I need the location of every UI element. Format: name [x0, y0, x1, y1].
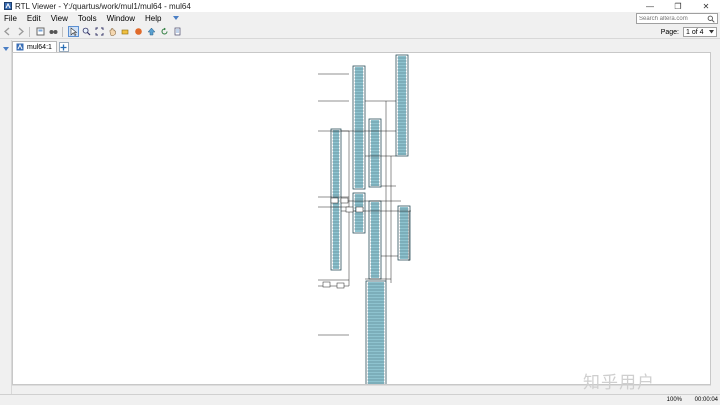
schematic-drawing — [318, 54, 411, 384]
hand-icon[interactable] — [107, 26, 118, 37]
logic-gate — [330, 197, 339, 204]
up-hierarchy-icon[interactable] — [146, 26, 157, 37]
left-dock-strip — [0, 40, 12, 395]
toolbar — [0, 25, 720, 39]
restore-button[interactable]: ❐ — [664, 0, 692, 12]
refresh-icon[interactable] — [159, 26, 170, 37]
plus-icon — [60, 44, 67, 50]
title-bar: RTL Viewer - Y:/quartus/work/mul1/mul64 … — [0, 0, 720, 12]
netlist-nav-icon[interactable] — [133, 26, 144, 37]
logic-gate — [322, 281, 331, 288]
logic-gate — [355, 206, 364, 213]
add-tab-button[interactable] — [58, 42, 69, 52]
minimize-button[interactable]: — — [636, 0, 664, 12]
multiplier-block-fill — [355, 67, 363, 188]
window-title: RTL Viewer - Y:/quartus/work/mul1/mul64 … — [15, 1, 191, 11]
page-select-value: 1 of 4 — [686, 28, 704, 36]
menu-view[interactable]: View — [46, 14, 73, 23]
watermark: 知乎用户 — [583, 373, 655, 392]
page-select[interactable]: 1 of 4 — [683, 27, 717, 37]
back-icon[interactable] — [2, 26, 13, 37]
selection-tool-icon[interactable] — [68, 26, 79, 37]
menu-edit[interactable]: Edit — [22, 14, 46, 23]
schematic-canvas[interactable] — [12, 52, 711, 385]
app-icon — [4, 2, 12, 10]
menu-file[interactable]: File — [0, 14, 22, 23]
multiplier-block-fill — [355, 194, 363, 232]
tab-mul64[interactable]: mul64:1 — [12, 41, 57, 52]
status-bar: 100% 00:00:04 — [0, 394, 720, 405]
zoom-level: 100% — [666, 397, 682, 403]
tab-label: mul64:1 — [27, 43, 52, 51]
menu-bar: File Edit View Tools Window Help — [0, 12, 720, 24]
toolbar-divider — [29, 26, 30, 37]
logic-gate — [345, 206, 354, 213]
logic-gate — [336, 282, 345, 289]
menu-window[interactable]: Window — [102, 14, 140, 23]
search-box — [636, 13, 718, 24]
schematic-tab-icon — [16, 43, 24, 51]
search-input[interactable] — [637, 14, 707, 23]
multiplier-block-fill — [368, 282, 384, 384]
zoom-tool-icon[interactable] — [81, 26, 92, 37]
help-extension-icon[interactable] — [172, 14, 180, 22]
logic-gate — [340, 197, 349, 204]
chevron-down-icon — [709, 30, 714, 34]
tab-bar: mul64:1 — [12, 40, 720, 52]
dock-arrow-icon[interactable] — [2, 45, 10, 53]
search-icon[interactable] — [707, 15, 715, 23]
vertical-scrollbar[interactable] — [711, 52, 720, 385]
menu-help[interactable]: Help — [140, 14, 166, 23]
close-button[interactable]: ✕ — [692, 0, 720, 12]
page-control: Page: 1 of 4 — [661, 27, 717, 37]
highlight-icon[interactable] — [120, 26, 131, 37]
forward-icon[interactable] — [15, 26, 26, 37]
multiplier-block-fill — [398, 56, 406, 155]
menu-tools[interactable]: Tools — [73, 14, 102, 23]
page-icon[interactable] — [172, 26, 183, 37]
elapsed-time: 00:00:04 — [694, 397, 718, 403]
find-icon[interactable] — [48, 26, 59, 37]
window-controls: — ❐ ✕ — [636, 0, 720, 12]
fit-to-window-icon[interactable] — [35, 26, 46, 37]
fit-icon[interactable] — [94, 26, 105, 37]
toolbar-divider — [62, 26, 63, 37]
page-label: Page: — [660, 28, 679, 36]
